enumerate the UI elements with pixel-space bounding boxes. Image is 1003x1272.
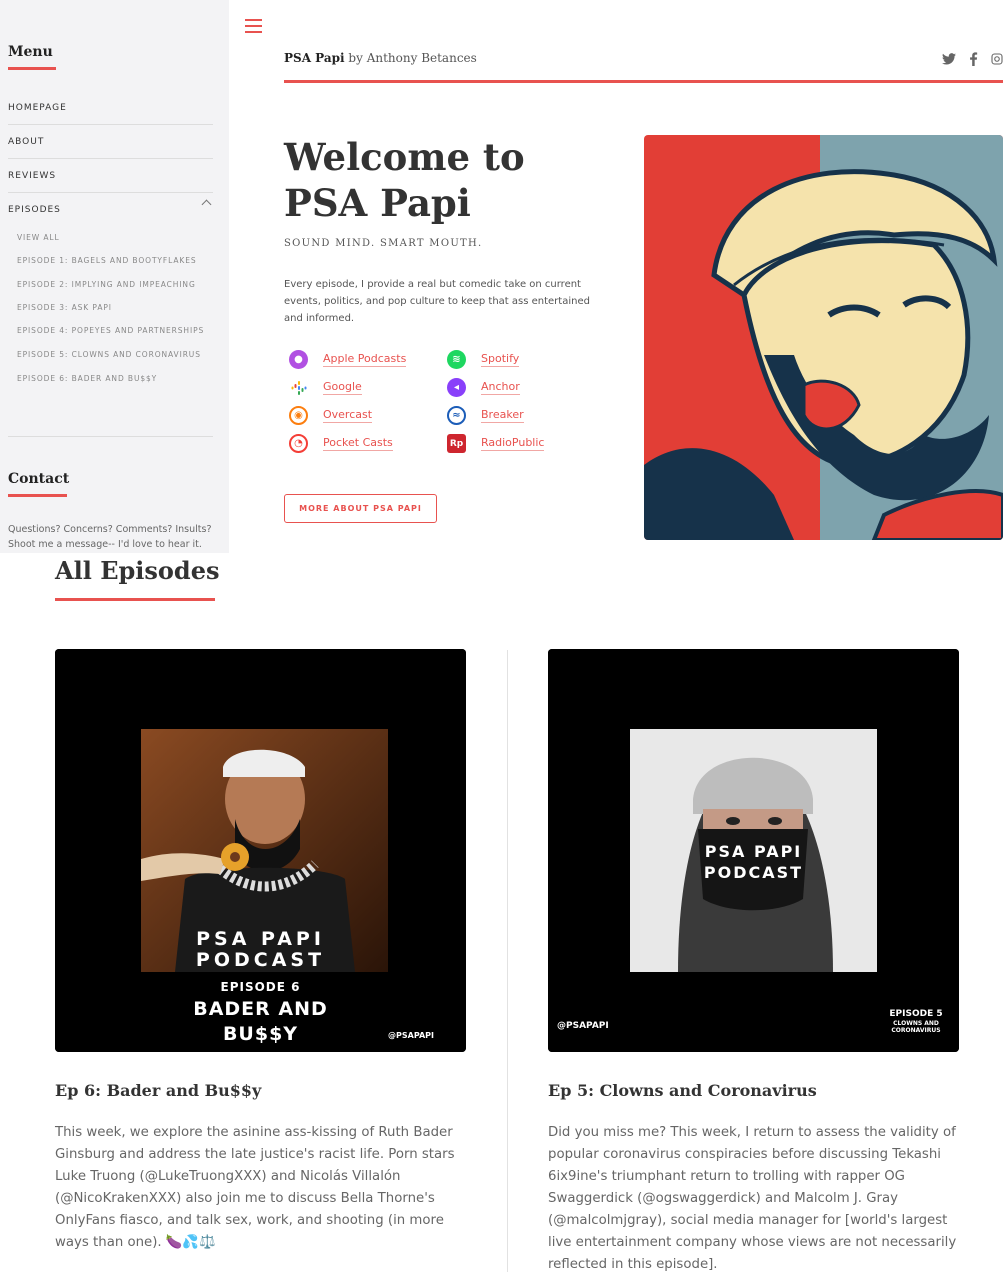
- submenu-item-episode-4[interactable]: Episode 4: Popeyes and Partnerships: [17, 326, 204, 335]
- contact-heading-underline: [8, 494, 67, 497]
- submenu-item-episode-6[interactable]: Episode 6: Bader and Bu$$y: [17, 374, 157, 383]
- platform-label: Spotify: [481, 352, 520, 367]
- episode-5-title[interactable]: Ep 5: Clowns and Coronavirus: [548, 1081, 817, 1100]
- episode-6-cover-handle: @PSAPAPI: [388, 1031, 434, 1040]
- menu-heading: Menu: [8, 44, 53, 60]
- platform-link-pocket-casts[interactable]: ◔ Pocket Casts: [289, 434, 393, 453]
- breaker-icon: ≈: [447, 406, 466, 425]
- platform-label: Breaker: [481, 408, 524, 423]
- platform-link-apple-podcasts[interactable]: ● Apple Podcasts: [289, 350, 407, 369]
- episode-5-description: Did you miss me? This week, I return to …: [548, 1125, 957, 1272]
- anchor-icon: ◂: [447, 378, 466, 397]
- episode-6-title[interactable]: Ep 6: Bader and Bu$$y: [55, 1081, 261, 1100]
- nav-item-episodes[interactable]: Episodes: [8, 205, 213, 215]
- submenu-item-episode-5[interactable]: Episode 5: Clowns and Coronavirus: [17, 350, 201, 359]
- site-name: PSA Papi: [284, 51, 345, 65]
- contact-heading: Contact: [8, 471, 70, 487]
- platform-link-radiopublic[interactable]: Rp RadioPublic: [447, 434, 545, 453]
- sidebar-divider: [8, 436, 213, 437]
- nav-divider: [8, 158, 213, 159]
- nav-divider: [8, 192, 213, 193]
- platform-link-anchor[interactable]: ◂ Anchor: [447, 378, 520, 397]
- episode-6-description: This week, we explore the asinine ass-ki…: [55, 1125, 455, 1250]
- episode-5-cover-name-line2: CORONAVIRUS: [891, 1027, 941, 1034]
- platform-link-spotify[interactable]: ≋ Spotify: [447, 350, 520, 369]
- platform-link-breaker[interactable]: ≈ Breaker: [447, 406, 524, 425]
- episode-6-cover-episode: EPISODE 6: [220, 980, 301, 994]
- submenu-item-episode-2[interactable]: Episode 2: Implying and Impeaching: [17, 280, 196, 289]
- sidebar: Menu Homepage About Reviews Episodes Vie…: [0, 0, 229, 553]
- platform-link-google[interactable]: Google: [289, 378, 362, 397]
- instagram-icon[interactable]: [991, 53, 1003, 65]
- episode-5-cover-handle: @PSAPAPI: [557, 1021, 609, 1031]
- overcast-icon: ◉: [289, 406, 308, 425]
- nav-divider: [8, 124, 213, 125]
- episode-6-cover-name-line1: BADER AND: [193, 998, 328, 1020]
- submenu-item-view-all[interactable]: View All: [17, 233, 60, 242]
- submenu-item-episode-1[interactable]: Episode 1: Bagels and Bootyflakes: [17, 256, 197, 265]
- spotify-icon: ≋: [447, 350, 466, 369]
- twitter-icon[interactable]: [942, 53, 956, 65]
- hamburger-menu-icon[interactable]: [245, 19, 262, 33]
- platform-label: RadioPublic: [481, 436, 545, 451]
- radiopublic-icon: Rp: [447, 434, 466, 453]
- contact-text: Questions? Concerns? Comments? Insults? …: [8, 524, 212, 550]
- nav-item-about[interactable]: About: [8, 137, 213, 147]
- more-about-button[interactable]: MORE ABOUT PSA PAPI: [284, 494, 437, 523]
- google-podcasts-icon: [289, 378, 308, 397]
- episodes-section-title: All Episodes: [55, 556, 220, 585]
- platform-label: Google: [323, 380, 362, 395]
- menu-heading-underline: [8, 67, 56, 70]
- header-rule: [284, 80, 1003, 83]
- episodes-section-underline: [55, 598, 215, 601]
- platform-label: Apple Podcasts: [323, 352, 407, 367]
- column-divider: [507, 650, 508, 1272]
- episode-5-cover-subtitle: PODCAST: [703, 863, 804, 882]
- platform-link-overcast[interactable]: ◉ Overcast: [289, 406, 373, 425]
- site-byline: by Anthony Betances: [344, 51, 477, 65]
- platform-label: Overcast: [323, 408, 373, 423]
- episode-6-cover[interactable]: PSA PAPI PODCAST EPISODE 6 BADER AND BU$…: [55, 649, 466, 1052]
- apple-podcasts-icon: ●: [289, 350, 308, 369]
- hero-portrait-image: [644, 135, 1003, 540]
- pocket-casts-icon: ◔: [289, 434, 308, 453]
- hero-tagline: SOUND MIND. SMART MOUTH.: [284, 238, 483, 249]
- episode-5-cover-name-line1: CLOWNS AND: [893, 1020, 939, 1027]
- hero-intro: Every episode, I provide a real but come…: [284, 279, 590, 324]
- platform-label: Pocket Casts: [323, 436, 393, 451]
- nav-item-reviews[interactable]: Reviews: [8, 171, 213, 181]
- facebook-icon[interactable]: [969, 52, 978, 66]
- submenu-item-episode-3[interactable]: Episode 3: Ask Papi: [17, 303, 112, 312]
- nav-item-homepage[interactable]: Homepage: [8, 103, 213, 113]
- episode-5-cover[interactable]: PSA PAPI PODCAST @PSAPAPI EPISODE 5 CLOW…: [548, 649, 959, 1052]
- platform-label: Anchor: [481, 380, 520, 395]
- hero-title: Welcome to PSA Papi: [284, 135, 525, 225]
- episode-5-cover-title: PSA PAPI: [704, 842, 803, 861]
- episode-6-cover-subtitle: PODCAST: [195, 949, 326, 971]
- site-title[interactable]: PSA Papi by Anthony Betances: [284, 51, 477, 65]
- episode-6-cover-title: PSA PAPI: [196, 928, 325, 950]
- episode-5-cover-episode: EPISODE 5: [889, 1009, 943, 1019]
